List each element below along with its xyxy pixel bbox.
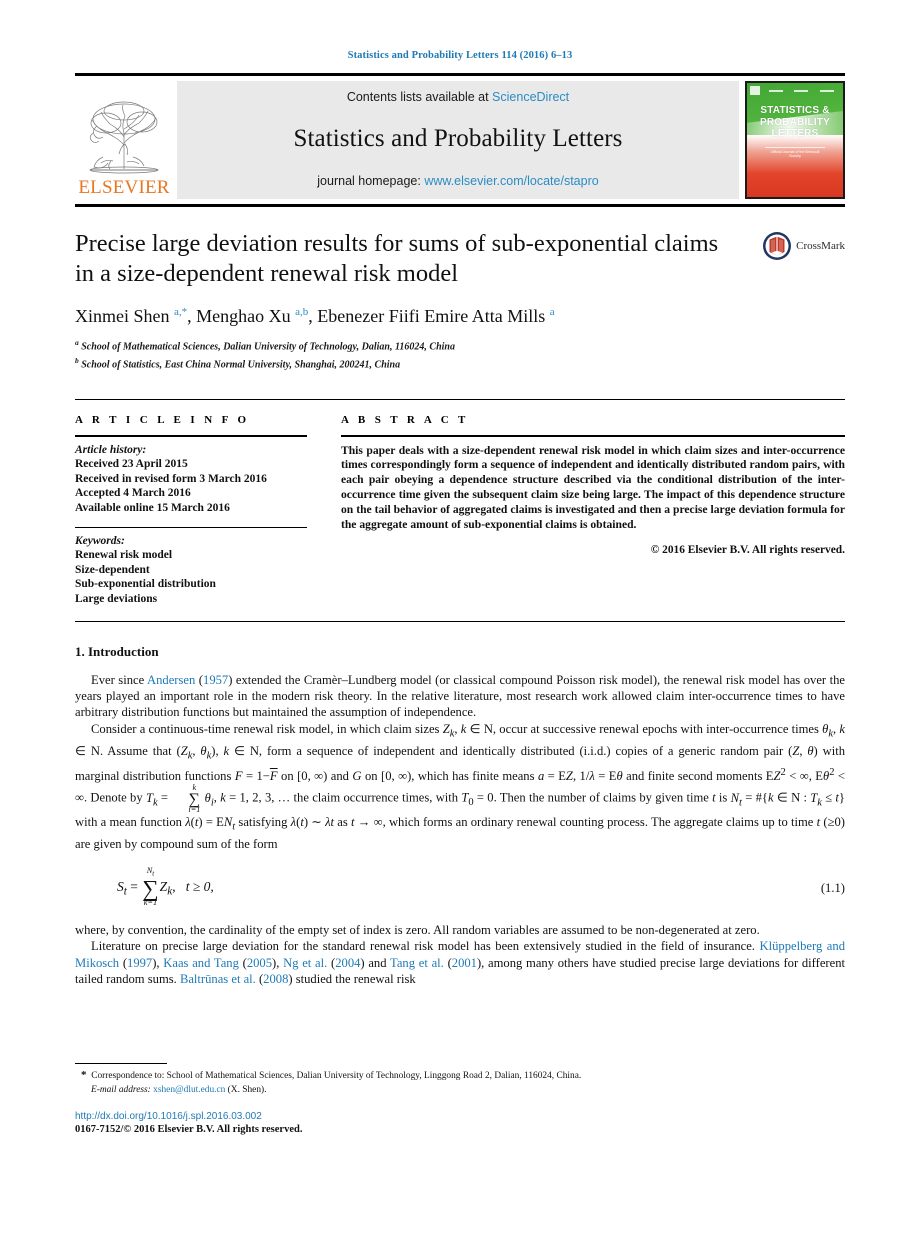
cover-placeholder-text bbox=[763, 89, 840, 92]
doi-link[interactable]: http://dx.doi.org/10.1016/j.spl.2016.03.… bbox=[75, 1111, 845, 1122]
equation-1-1: St = Nt ∑ k=1 Zk, t ≥ 0, (1.1) bbox=[75, 866, 845, 908]
keyword-item: Large deviations bbox=[75, 593, 158, 605]
running-head: Statistics and Probability Letters 114 (… bbox=[347, 50, 573, 61]
abstract-rule bbox=[341, 434, 845, 437]
cover-header-strip bbox=[750, 86, 840, 95]
article-info-column: A R T I C L E I N F O Article history: R… bbox=[75, 414, 307, 607]
cover-bottom-gradient bbox=[747, 135, 843, 197]
email-link[interactable]: xshen@dlut.edu.cn bbox=[153, 1085, 225, 1095]
article-history-block: Article history: Received 23 April 2015 … bbox=[75, 443, 307, 516]
affiliation-item: a School of Mathematical Sciences, Dalia… bbox=[75, 338, 455, 353]
masthead-center: Contents lists available at ScienceDirec… bbox=[177, 81, 739, 199]
affiliation-list: a School of Mathematical Sciences, Dalia… bbox=[75, 336, 845, 373]
footnote-zone: * Correspondence to: School of Mathemati… bbox=[75, 1063, 845, 1135]
contents-available-line: Contents lists available at ScienceDirec… bbox=[347, 90, 569, 104]
cover-elsevier-mark-icon bbox=[750, 86, 760, 95]
info-abstract-section: A R T I C L E I N F O Article history: R… bbox=[75, 398, 845, 607]
history-item: Available online 15 March 2016 bbox=[75, 502, 230, 515]
section-heading-introduction: 1. Introduction bbox=[75, 643, 159, 659]
inline-summation-symbol: k ∑ i=1 bbox=[188, 783, 201, 814]
sciencedirect-link[interactable]: ScienceDirect bbox=[492, 90, 569, 104]
footnote-rule bbox=[75, 1063, 167, 1064]
keywords-rule bbox=[75, 526, 307, 528]
intro-paragraph-1: Ever since Andersen (1957) extended the … bbox=[75, 672, 846, 720]
cover-title-line3: LETTERS bbox=[771, 128, 819, 139]
page-content: Statistics and Probability Letters 114 (… bbox=[75, 0, 845, 988]
crossmark-icon bbox=[763, 232, 792, 260]
correspondence-note: * Correspondence to: School of Mathemati… bbox=[81, 1069, 582, 1081]
journal-article-page: Statistics and Probability Letters 114 (… bbox=[0, 0, 907, 1238]
keyword-item: Size-dependent bbox=[75, 563, 150, 576]
cover-title-line1: STATISTICS & bbox=[760, 105, 830, 116]
article-info-rule bbox=[75, 434, 307, 437]
summation-symbol: Nt ∑ k=1 bbox=[142, 866, 159, 907]
elsevier-tree-icon bbox=[89, 101, 159, 174]
equation-1-1-body: St = Nt ∑ k=1 Zk, t ≥ 0, bbox=[117, 866, 214, 907]
abstract-column: A B S T R A C T This paper deals with a … bbox=[341, 414, 845, 607]
intro-paragraph-4: Literature on precise large deviation fo… bbox=[75, 939, 846, 987]
author-list: Xinmei Shen a,*, Menghao Xu a,b, Ebeneze… bbox=[75, 306, 555, 326]
article-info-heading: A R T I C L E I N F O bbox=[75, 413, 250, 426]
elsevier-logo: ELSEVIER bbox=[75, 81, 173, 199]
intro-paragraph-2: Consider a continuous-time renewal risk … bbox=[75, 721, 846, 851]
cover-subtitle: Official Journal of the Bernoulli Societ… bbox=[765, 147, 825, 158]
cover-title-line2: PROBABILITY bbox=[760, 116, 830, 128]
keywords-label: Keywords: bbox=[75, 534, 125, 547]
issn-copyright-line: 0167-7152/© 2016 Elsevier B.V. All right… bbox=[75, 1124, 303, 1135]
crossmark-badge[interactable]: CrossMark bbox=[762, 231, 845, 261]
journal-cover-thumbnail[interactable]: STATISTICS & PROBABILITY LETTERS Officia… bbox=[745, 81, 845, 199]
info-abstract-bottom-rule bbox=[75, 620, 845, 622]
abstract-heading: A B S T R A C T bbox=[341, 413, 469, 426]
article-title-block: Precise large deviation results for sums… bbox=[75, 229, 845, 373]
history-item: Received 23 April 2015 bbox=[75, 458, 188, 471]
crossmark-label: CrossMark bbox=[796, 240, 845, 252]
elsevier-wordmark: ELSEVIER bbox=[78, 177, 170, 198]
cover-title: STATISTICS & PROBABILITY LETTERS bbox=[747, 105, 843, 140]
affiliation-item: b School of Statistics, East China Norma… bbox=[75, 356, 401, 371]
email-note: E-mail address: xshen@dlut.edu.cn (X. Sh… bbox=[75, 1084, 845, 1097]
abstract-copyright: © 2016 Elsevier B.V. All rights reserved… bbox=[650, 544, 845, 557]
equation-1-1-number: (1.1) bbox=[820, 880, 845, 895]
keywords-block: Keywords: Renewal risk model Size-depend… bbox=[75, 534, 307, 607]
article-history-label: Article history: bbox=[75, 443, 147, 456]
history-item: Received in revised form 3 March 2016 bbox=[75, 472, 267, 485]
journal-homepage-line: journal homepage: www.elsevier.com/locat… bbox=[317, 174, 598, 188]
journal-masthead: ELSEVIER Contents lists available at Sci… bbox=[75, 73, 845, 199]
intro-paragraph-3: where, by convention, the cardinality of… bbox=[75, 923, 760, 938]
journal-homepage-link[interactable]: www.elsevier.com/locate/stapro bbox=[424, 174, 598, 188]
page-title: Precise large deviation results for sums… bbox=[75, 230, 719, 287]
masthead-bottom-rule bbox=[75, 204, 845, 207]
history-item: Accepted 4 March 2016 bbox=[75, 487, 191, 500]
keyword-item: Renewal risk model bbox=[75, 549, 173, 562]
homepage-prefix: journal homepage: bbox=[317, 174, 425, 188]
email-owner: (X. Shen). bbox=[227, 1085, 267, 1095]
email-label: E-mail address: bbox=[91, 1085, 151, 1095]
contents-prefix: Contents lists available at bbox=[346, 90, 493, 104]
abstract-text: This paper deals with a size-dependent r… bbox=[341, 443, 845, 531]
keyword-item: Sub-exponential distribution bbox=[75, 578, 216, 591]
journal-title: Statistics and Probability Letters bbox=[293, 125, 623, 152]
